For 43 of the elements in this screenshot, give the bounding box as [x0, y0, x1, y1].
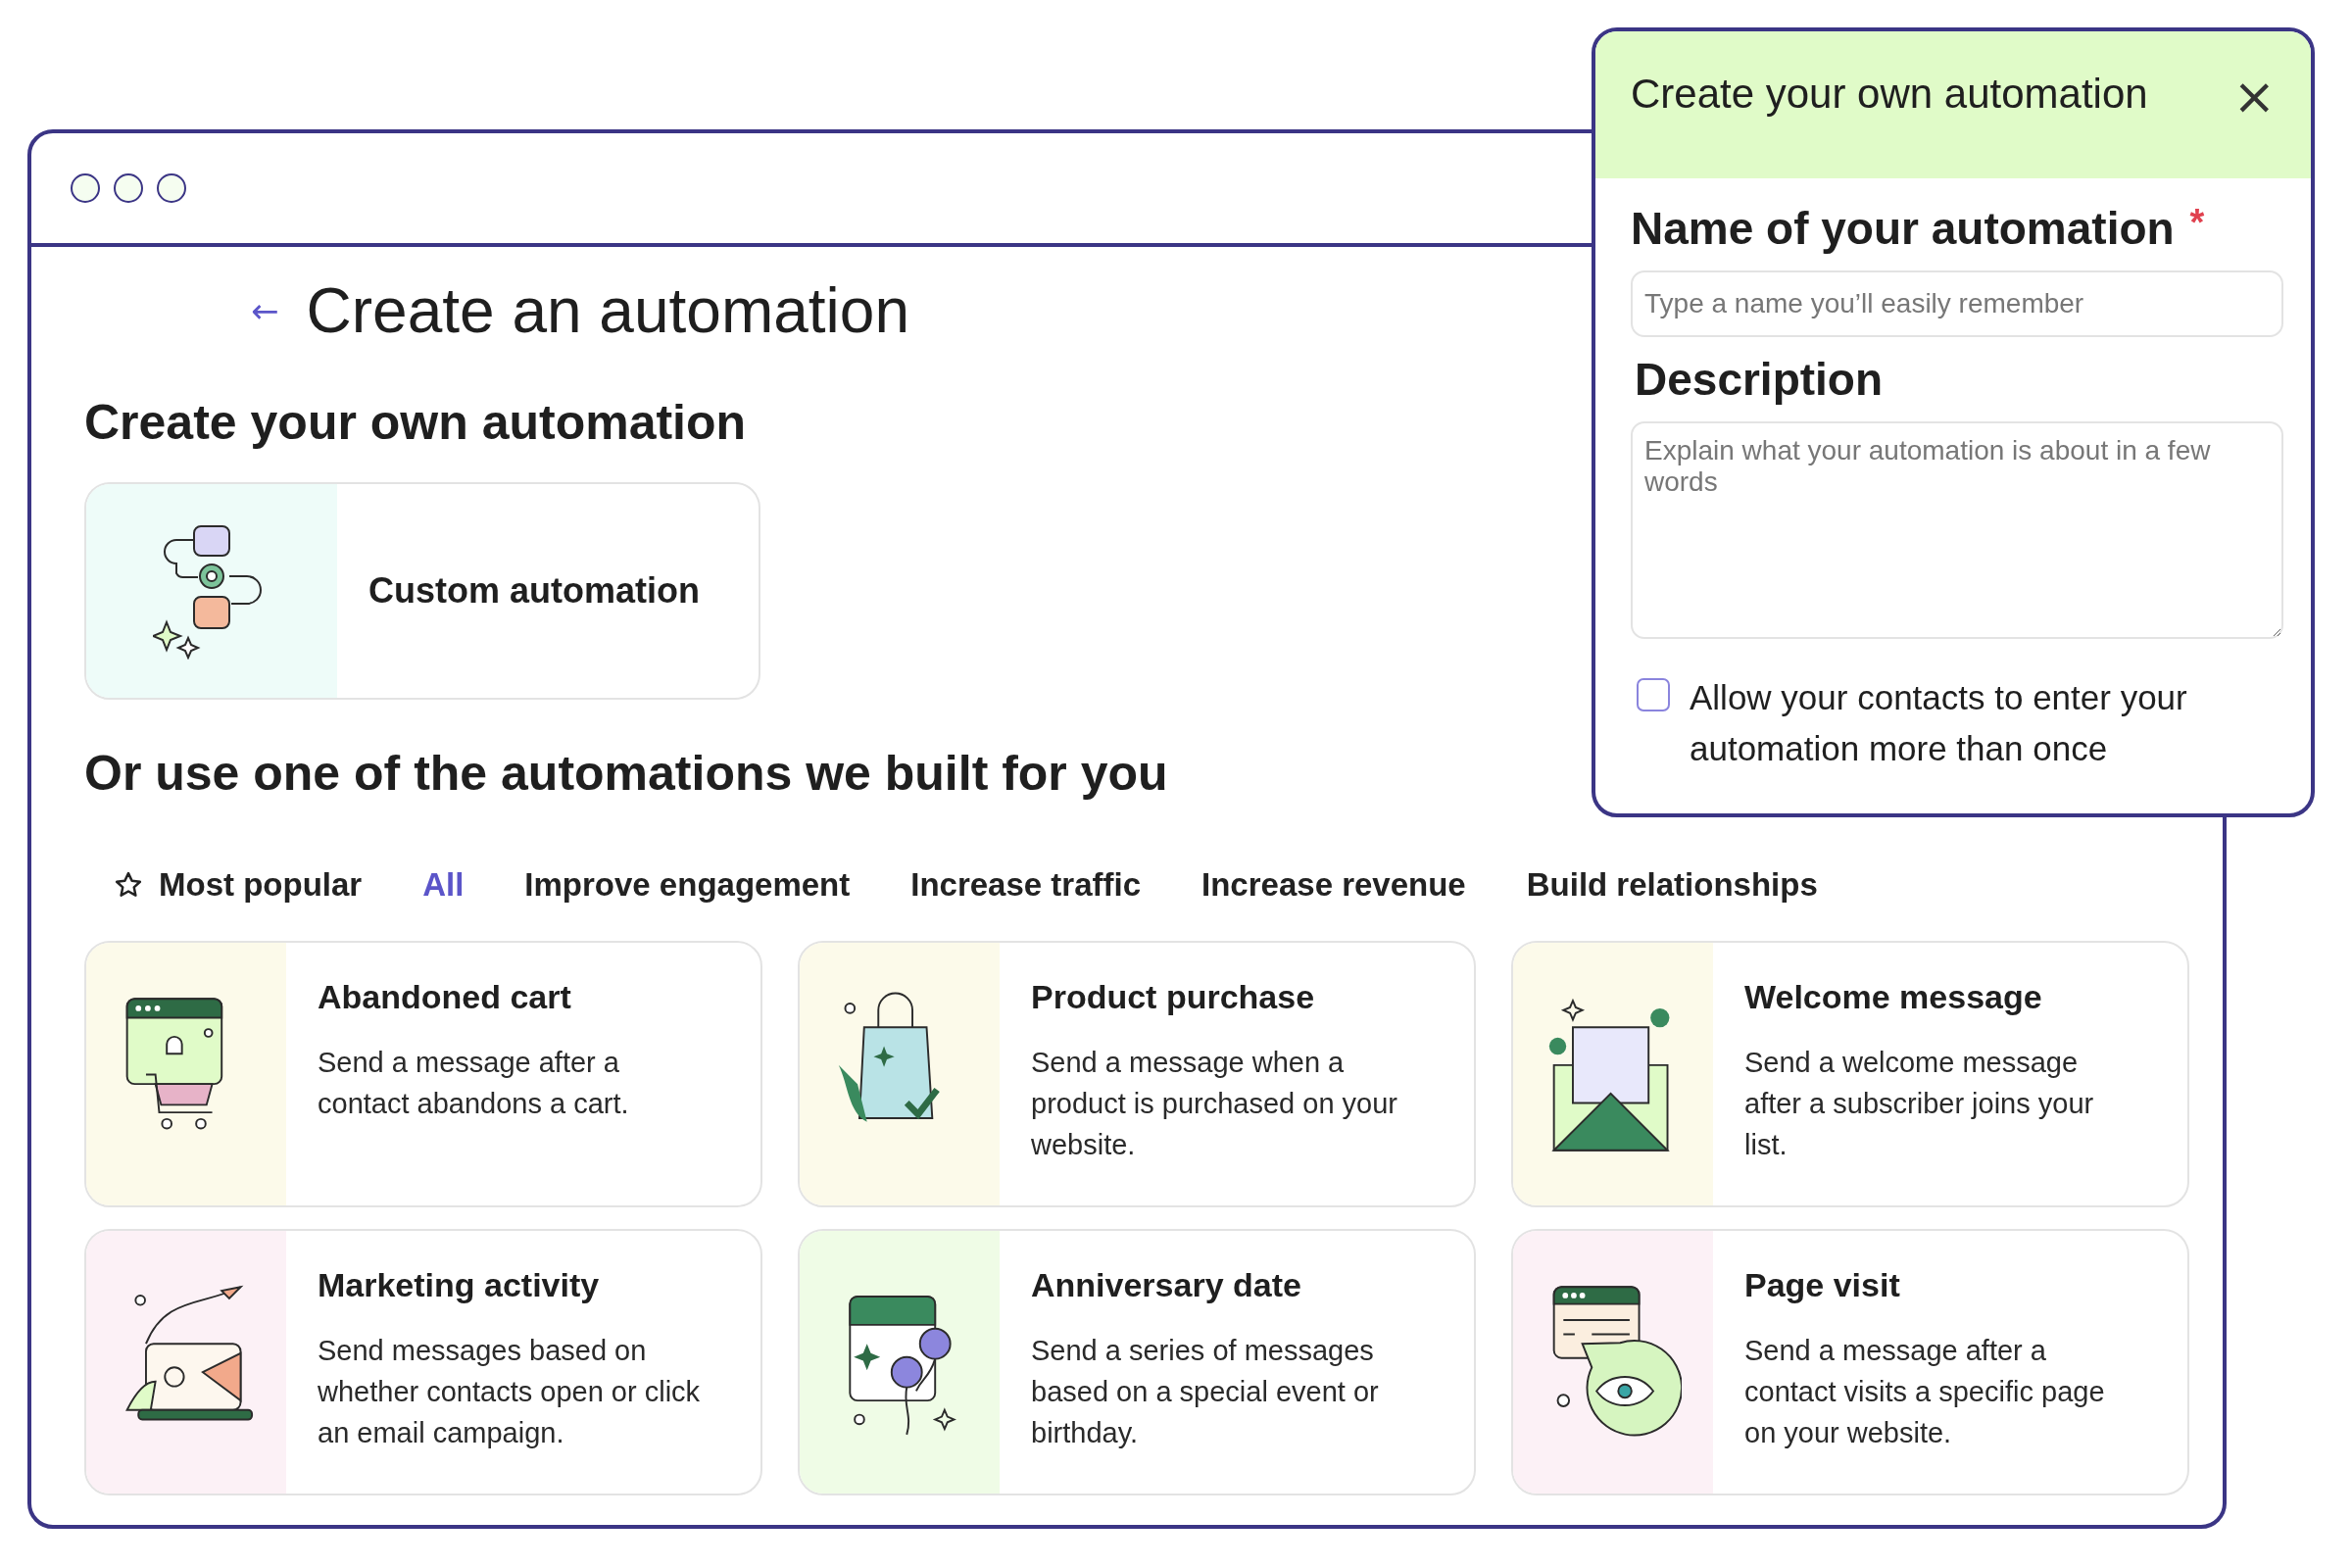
field-label: Description	[1634, 353, 1885, 406]
filter-tab[interactable]: All	[422, 862, 465, 907]
card-description: Send a message after a contact abandons a cart.	[318, 1046, 630, 1121]
custom-automation-card[interactable]: Custom automation	[84, 482, 760, 700]
filter-tab[interactable]: Build relationships	[1526, 862, 1818, 907]
back-button[interactable]: ←	[247, 291, 283, 330]
star-icon	[114, 870, 143, 900]
filter-tab[interactable]: Increase traffic	[910, 862, 1142, 907]
page-title: Create an automation	[306, 274, 909, 347]
window-dot[interactable]	[157, 173, 186, 203]
filter-tab[interactable]: Improve engagement	[524, 862, 851, 907]
card-description: Send a message when a product is purchased on your website.	[1031, 1046, 1398, 1162]
card-title: Product purchase	[1031, 978, 1316, 1016]
card-title: Anniversary date	[1031, 1266, 1302, 1304]
card-title: Page visit	[1744, 1266, 1901, 1304]
field-label: Name of your automation	[1631, 202, 2175, 255]
card-title: Custom automation	[368, 570, 700, 612]
section-heading: Or use one of the automations we built for you	[84, 745, 1168, 802]
automation-card[interactable]: Product purchase Send a message when a product is purchased on your website.	[798, 941, 1476, 1207]
automation-card[interactable]: Abandoned cart Send a message after a contact abandons a cart.	[84, 941, 762, 1207]
window-dot[interactable]	[114, 173, 143, 203]
automation-card[interactable]: Anniversary date Send a series of messages based on a special event or birthday.	[798, 1229, 1476, 1495]
filter-tab[interactable]: Most popular	[114, 862, 363, 907]
automation-card[interactable]: Page visit Send a message after a contact visits a specific page on your website.	[1511, 1229, 2189, 1495]
description-text-area[interactable]: Explain what your automation is about in a few words	[1631, 421, 2283, 639]
checkbox-label: Allow your contacts to enter your automation more than once	[1690, 677, 2188, 769]
window-dot[interactable]	[71, 173, 100, 203]
filter-tab[interactable]: Increase revenue	[1201, 862, 1466, 907]
card-description: Send a series of messages based on a special event or birthday.	[1031, 1334, 1380, 1450]
name-input-field[interactable]: Type a name you’ll easily remember	[1631, 270, 2283, 337]
card-title: Abandoned cart	[318, 978, 572, 1016]
required-mark: *	[2189, 202, 2205, 244]
panel-title: Create your own automation	[1631, 71, 2148, 118]
card-title: Welcome message	[1744, 978, 2043, 1016]
card-description: Send messages based on whether contacts open or click an email campaign.	[318, 1334, 702, 1450]
section-heading: Create your own automation	[84, 394, 747, 451]
card-description: Send a welcome message after a subscriber joins your list.	[1744, 1046, 2095, 1162]
automation-card[interactable]: Marketing activity Send messages based on whether contacts open or click an email campaign.	[84, 1229, 762, 1495]
card-description: Send a message after a contact visits a specific page on your website.	[1744, 1334, 2106, 1450]
checkbox[interactable]	[1637, 678, 1670, 711]
card-title: Marketing activity	[318, 1266, 601, 1304]
close-button[interactable]: ×	[2227, 71, 2281, 122]
automation-card[interactable]: Welcome message Send a welcome message after a subscriber joins your list.	[1511, 941, 2189, 1207]
